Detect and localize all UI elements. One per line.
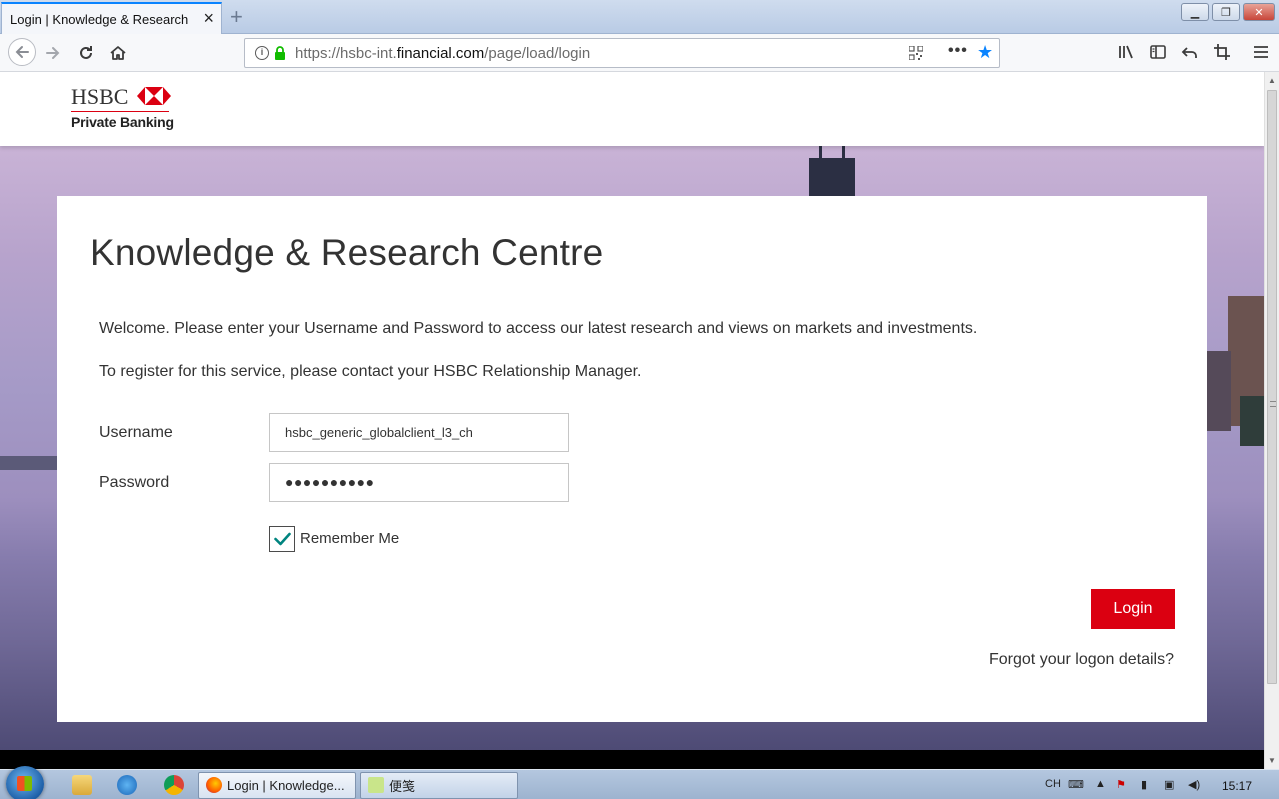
forgot-logon-link[interactable]: Forgot your logon details? [989,651,1174,669]
url-prefix: https://hsbc-int. [295,44,397,62]
browser-toolbar: i https://hsbc-int.financial.com/page/lo… [0,34,1279,72]
logo-subtitle: Private Banking [71,114,174,130]
page-title: Knowledge & Research Centre [90,232,604,273]
username-label: Username [99,424,173,441]
chrome-icon[interactable] [164,775,184,795]
scrollbar-thumb[interactable] [1267,90,1277,684]
remember-me-label[interactable]: Remember Me [300,530,399,547]
logo-wordmark: HSBC [71,84,129,109]
skyline-building [1207,351,1231,431]
back-arrow-icon [15,46,29,58]
reload-icon [80,46,92,59]
tray-expand-icon[interactable]: ▲ [1095,778,1106,790]
keyboard-icon[interactable]: ⌨ [1068,778,1084,791]
undo-icon[interactable] [1181,43,1199,61]
forward-button[interactable] [41,41,65,65]
file-explorer-icon[interactable] [72,775,92,795]
url-domain: financial.com [396,44,485,62]
forward-arrow-icon [46,47,60,59]
url-text: https://hsbc-int.financial.com/page/load… [295,45,590,62]
network-icon[interactable]: ▣ [1164,778,1174,791]
window-close-button[interactable]: ✕ [1243,3,1275,21]
bookmark-star-icon[interactable]: ★ [977,42,993,63]
new-tab-icon[interactable]: + [230,4,243,30]
hamburger-menu-icon[interactable] [1252,43,1270,61]
home-icon [110,46,126,60]
library-icon[interactable] [1117,43,1135,61]
browser-tab-active[interactable]: Login | Knowledge & Research C × [1,2,222,34]
window-titlebar: Login | Knowledge & Research C × + ▁ ❐ ✕ [0,0,1279,34]
url-path: /page/load/login [484,44,591,62]
welcome-text: Welcome. Please enter your Username and … [99,320,978,337]
firefox-icon [206,777,222,793]
scrollbar-grip [1270,401,1276,407]
system-clock[interactable]: 15:17 [1222,779,1252,793]
secure-lock-icon[interactable] [274,46,286,60]
hsbc-private-banking-logo[interactable]: HSBC Private Banking [71,84,174,130]
checkmark-icon [274,532,291,546]
web-page: HSBC Private Banking Knowledge & Researc… [0,72,1264,752]
skyline-tower [809,146,855,198]
site-header: HSBC Private Banking [0,72,1264,146]
internet-explorer-icon[interactable] [117,775,137,795]
start-button[interactable] [6,766,44,799]
remember-me-checkbox[interactable] [269,526,295,552]
password-label: Password [99,474,170,491]
address-bar[interactable]: i https://hsbc-int.financial.com/page/lo… [244,38,1000,68]
action-center-flag-icon[interactable]: ⚑ [1116,778,1126,791]
vertical-scrollbar[interactable]: ▲ ▼ [1264,72,1279,769]
page-bottom-strip [0,750,1264,770]
language-indicator[interactable]: CH [1045,778,1061,790]
logo-divider [71,111,169,112]
back-button[interactable] [8,38,36,66]
task-label: Login | Knowledge... [227,778,345,793]
window-restore-button[interactable]: ❐ [1212,3,1240,21]
qr-code-icon[interactable] [909,46,923,60]
site-info-icon[interactable]: i [255,46,269,60]
task-label: 便笺 [389,779,416,794]
login-button[interactable]: Login [1091,589,1175,629]
tab-title: Login | Knowledge & Research C [10,11,190,27]
tab-close-icon[interactable]: × [203,9,214,27]
skyline-left [0,456,60,470]
taskbar-notes-task[interactable]: 便笺 [360,772,518,799]
taskbar-firefox-task[interactable]: Login | Knowledge... [198,772,356,799]
windows-taskbar: Login | Knowledge... 便笺 CH ⌨ ▲ ⚑ ▮ ▣ ◀) … [0,766,1279,799]
reload-button[interactable] [74,41,98,65]
home-button[interactable] [106,41,130,65]
login-card: Knowledge & Research Centre Welcome. Ple… [57,196,1207,722]
scroll-down-icon[interactable]: ▼ [1268,756,1276,765]
register-text: To register for this service, please con… [99,363,642,380]
screenshot-crop-icon[interactable] [1213,43,1231,61]
battery-icon[interactable]: ▮ [1141,778,1147,791]
page-actions-more-icon[interactable]: ••• [948,42,968,60]
window-minimize-button[interactable]: ▁ [1181,3,1209,21]
scroll-up-icon[interactable]: ▲ [1268,76,1276,85]
password-input[interactable]: ●●●●●●●●●● [269,463,569,502]
volume-icon[interactable]: ◀) [1188,778,1200,791]
username-input[interactable]: hsbc_generic_globalclient_l3_ch [269,413,569,452]
sidebar-icon[interactable] [1149,43,1167,61]
skyline-trees [1240,396,1264,446]
hsbc-hexagon-icon [137,87,171,105]
sticky-notes-icon [368,777,384,793]
